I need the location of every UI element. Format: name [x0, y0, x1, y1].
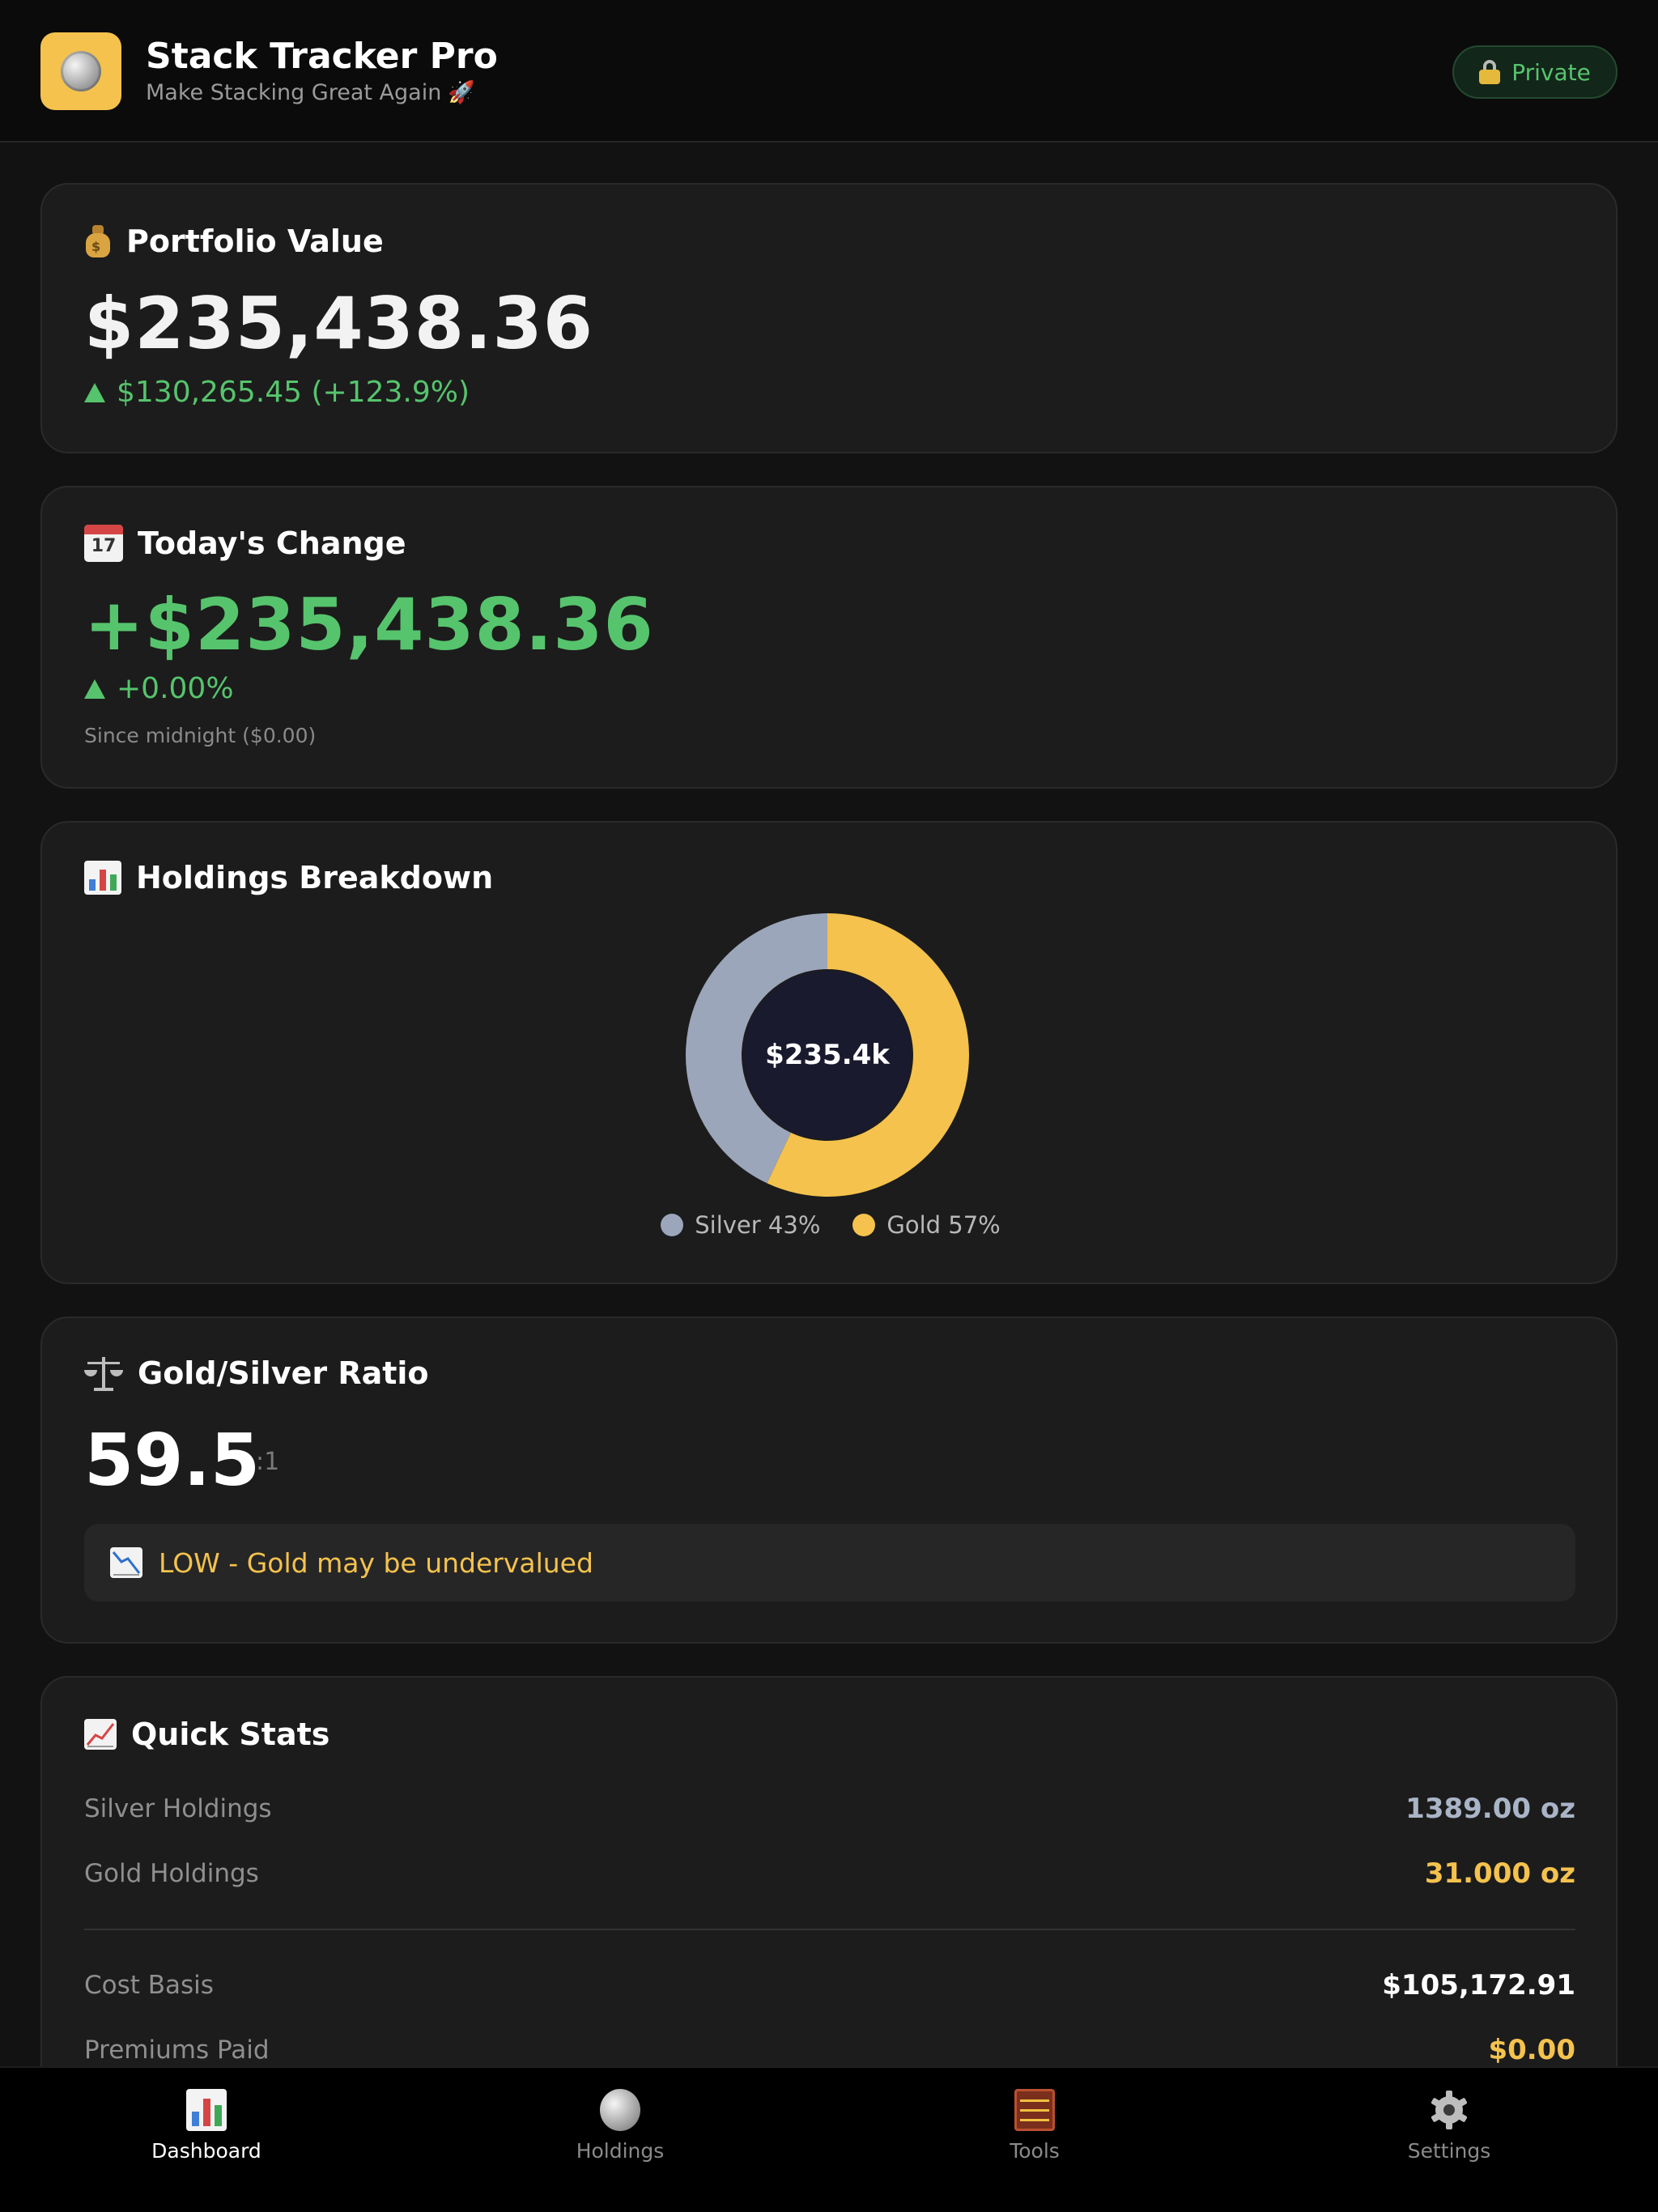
gear-icon [1429, 2089, 1469, 2131]
ratio-status-text: LOW - Gold may be undervalued [159, 1546, 593, 1579]
tab-label: Tools [1010, 2139, 1060, 2163]
stat-row-silver-holdings: Silver Holdings 1389.00 oz [84, 1793, 1575, 1825]
stat-label: Premiums Paid [84, 2035, 270, 2065]
ratio-title: Gold/Silver Ratio [84, 1355, 429, 1391]
holdings-legend: Silver 43% Gold 57% [42, 1211, 1619, 1239]
portfolio-value-card[interactable]: $ Portfolio Value $235,438.36 $130,265.4… [40, 183, 1618, 453]
tab-label: Holdings [576, 2139, 665, 2163]
todays-change-title: 17 Today's Change [84, 525, 406, 562]
legend-silver-label: Silver 43% [695, 1211, 821, 1239]
ratio-status-note: LOW - Gold may be undervalued [84, 1524, 1575, 1602]
lock-icon [1479, 60, 1501, 84]
portfolio-value-title: $ Portfolio Value [84, 223, 384, 259]
chart-decreasing-icon [110, 1547, 142, 1578]
donut-center-value: $235.4k [765, 1039, 890, 1071]
holdings-breakdown-card[interactable]: Holdings Breakdown $235.4k Silver 43% Go… [40, 821, 1618, 1284]
silver-legend-dot [661, 1214, 684, 1236]
stat-value: 31.000 oz [1424, 1857, 1575, 1890]
money-bag-icon: $ [84, 225, 112, 257]
legend-gold-label: Gold 57% [886, 1211, 1001, 1239]
app-logo [40, 32, 121, 110]
portfolio-total-value: $235,438.36 [84, 282, 593, 365]
ratio-title-text: Gold/Silver Ratio [138, 1355, 429, 1391]
bottom-tab-bar: Dashboard Holdings Tools Settings [0, 2066, 1658, 2212]
todays-change-card[interactable]: 17 Today's Change +$235,438.36 +0.00% Si… [40, 486, 1618, 789]
silver-coin-icon [600, 2089, 640, 2131]
stat-value: $0.00 [1488, 2034, 1575, 2066]
abacus-icon [1014, 2089, 1055, 2131]
up-arrow-icon [84, 678, 105, 699]
app-title: Stack Tracker Pro [146, 36, 498, 77]
tab-label: Dashboard [151, 2139, 261, 2163]
bar-chart-icon [84, 861, 121, 895]
legend-item-silver: Silver 43% [661, 1211, 820, 1239]
holdings-donut-chart[interactable]: $235.4k [686, 913, 969, 1197]
private-mode-button[interactable]: Private [1452, 45, 1618, 99]
legend-item-gold: Gold 57% [852, 1211, 1001, 1239]
portfolio-value-title-text: Portfolio Value [126, 223, 384, 259]
tab-tools[interactable]: Tools [913, 2089, 1156, 2163]
ratio-value: 59.5 [84, 1419, 261, 1502]
stats-divider [84, 1929, 1575, 1930]
holdings-breakdown-title-text: Holdings Breakdown [136, 860, 494, 895]
bar-chart-icon [186, 2089, 227, 2131]
quick-stats-title: Quick Stats [84, 1716, 329, 1752]
app-subtitle-text: Make Stacking Great Again [146, 80, 442, 105]
private-label: Private [1511, 58, 1591, 86]
holdings-breakdown-title: Holdings Breakdown [84, 860, 493, 895]
todays-change-percent-text: +0.00% [117, 672, 234, 705]
app-header: Stack Tracker Pro Make Stacking Great Ag… [0, 0, 1658, 143]
stat-row-gold-holdings: Gold Holdings 31.000 oz [84, 1857, 1575, 1890]
gold-silver-ratio-card[interactable]: Gold/Silver Ratio 59.5 :1 LOW - Gold may… [40, 1317, 1618, 1644]
app-subtitle: Make Stacking Great Again 🚀 [146, 79, 475, 105]
tab-dashboard[interactable]: Dashboard [85, 2089, 328, 2163]
tab-label: Settings [1407, 2139, 1491, 2163]
rocket-icon: 🚀 [448, 80, 475, 105]
silver-coin-icon [61, 51, 101, 91]
stat-label: Silver Holdings [84, 1794, 272, 1823]
stat-label: Cost Basis [84, 1971, 214, 2000]
up-arrow-icon [84, 382, 105, 402]
since-midnight-note: Since midnight ($0.00) [84, 724, 317, 747]
stat-value: 1389.00 oz [1405, 1793, 1575, 1825]
balance-scale-icon [84, 1355, 123, 1391]
stat-value: $105,172.91 [1382, 1969, 1575, 2001]
gold-legend-dot [852, 1214, 876, 1236]
tab-settings[interactable]: Settings [1328, 2089, 1571, 2163]
ratio-unit: :1 [256, 1448, 280, 1476]
todays-change-value: +$235,438.36 [84, 583, 654, 666]
stat-label: Gold Holdings [84, 1859, 259, 1888]
todays-change-percent: +0.00% [84, 672, 234, 705]
quick-stats-card[interactable]: Quick Stats Silver Holdings 1389.00 oz G… [40, 1676, 1618, 2129]
stat-row-premiums-paid: Premiums Paid $0.00 [84, 2034, 1575, 2066]
tab-holdings[interactable]: Holdings [499, 2089, 742, 2163]
portfolio-change-text: $130,265.45 (+123.9%) [117, 376, 470, 409]
calendar-icon: 17 [84, 525, 123, 562]
todays-change-title-text: Today's Change [138, 525, 406, 561]
chart-increasing-icon [84, 1719, 117, 1750]
quick-stats-title-text: Quick Stats [131, 1716, 330, 1752]
stat-row-cost-basis: Cost Basis $105,172.91 [84, 1969, 1575, 2001]
portfolio-change: $130,265.45 (+123.9%) [84, 376, 470, 409]
